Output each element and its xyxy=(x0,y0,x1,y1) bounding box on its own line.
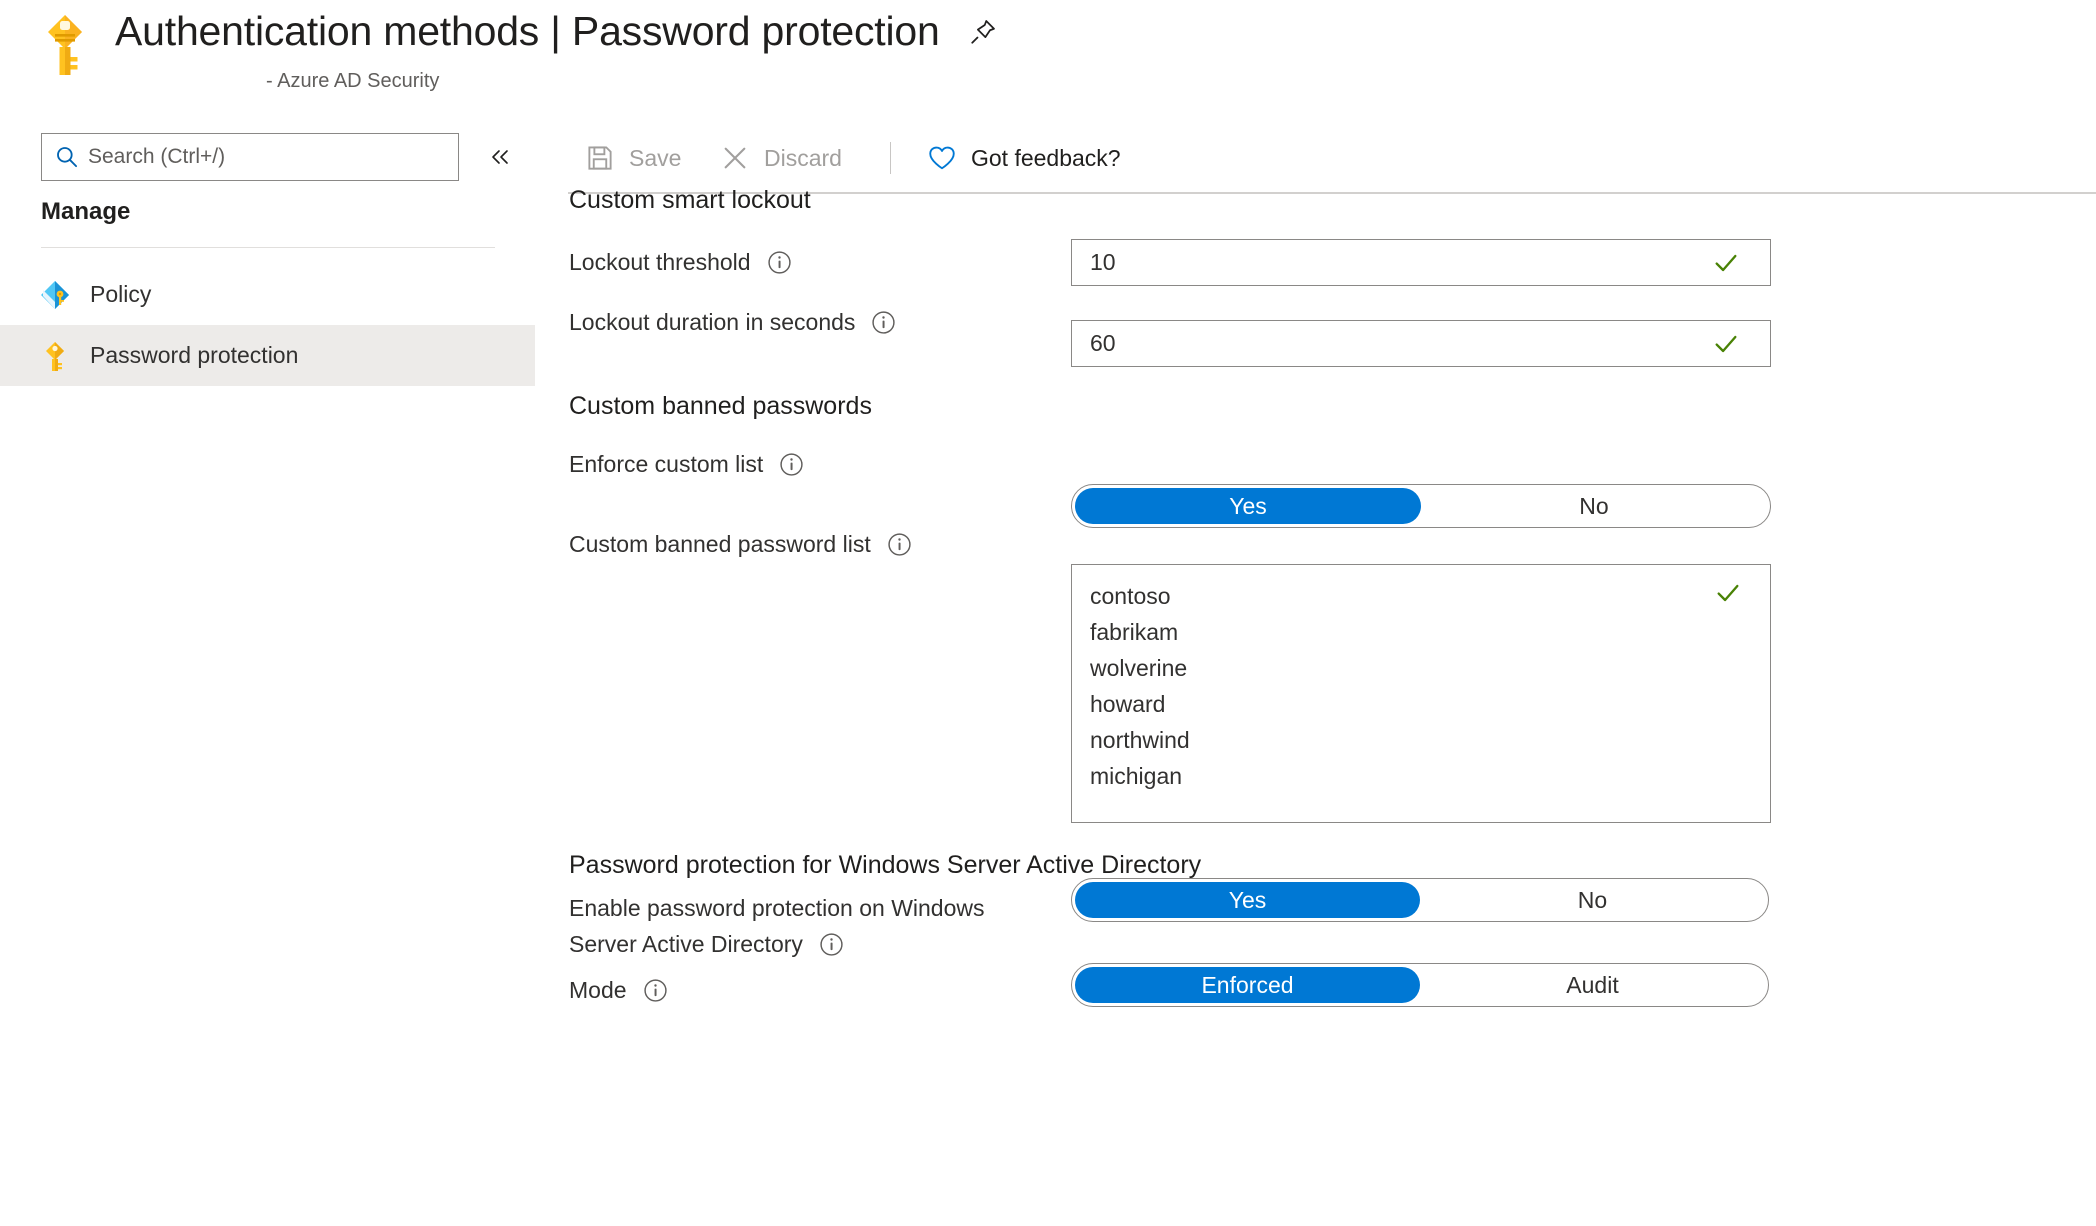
checkmark-icon xyxy=(1715,335,1737,353)
lockout-duration-label: Lockout duration in seconds xyxy=(569,304,896,340)
chevron-double-left-icon xyxy=(492,150,508,164)
heart-icon xyxy=(929,146,955,170)
save-button[interactable]: Save xyxy=(585,137,681,179)
pin-button[interactable] xyxy=(968,17,998,47)
sidebar-item-password-protection[interactable]: Password protection xyxy=(0,325,535,386)
sidebar-item-label: Policy xyxy=(90,281,152,307)
enforce-custom-list-label: Enforce custom list xyxy=(569,446,804,482)
mode-label: Mode xyxy=(569,972,668,1008)
policy-icon xyxy=(41,280,69,309)
sidebar: Manage Policy xyxy=(0,124,568,1226)
lockout-threshold-input[interactable]: 10 xyxy=(1071,239,1771,286)
sidebar-item-policy[interactable]: Policy xyxy=(0,264,535,325)
enforce-custom-list-toggle[interactable]: Yes No xyxy=(1071,484,1771,528)
list-item: northwind xyxy=(1090,727,1190,753)
search-icon xyxy=(57,147,78,168)
sidebar-nav-list: Policy Password protection xyxy=(0,264,535,386)
list-item: michigan xyxy=(1090,763,1183,789)
close-icon xyxy=(724,147,746,169)
sidebar-divider xyxy=(41,247,495,248)
lockout-duration-value: 60 xyxy=(1090,330,1116,356)
lockout-threshold-label: Lockout threshold xyxy=(569,244,792,280)
sidebar-group-label: Manage xyxy=(41,198,131,225)
enable-password-protection-option-no[interactable]: No xyxy=(1420,882,1765,918)
enforce-custom-list-option-no[interactable]: No xyxy=(1421,488,1767,524)
collapse-sidebar-button[interactable] xyxy=(483,142,517,172)
lockout-threshold-label-text: Lockout threshold xyxy=(569,249,751,275)
sidebar-item-label: Password protection xyxy=(90,342,299,368)
custom-banned-password-list-label-text: Custom banned password list xyxy=(569,531,871,557)
info-icon[interactable] xyxy=(767,250,792,275)
main-content: Custom smart lockout Lockout threshold 1… xyxy=(568,186,2096,1226)
enable-password-protection-label: Enable password protection on Windows Se… xyxy=(569,890,1039,962)
page-title: Authentication methods | Password protec… xyxy=(115,8,940,54)
title-row: Authentication methods | Password protec… xyxy=(115,8,998,55)
list-item: wolverine xyxy=(1090,655,1188,681)
list-item: fabrikam xyxy=(1090,619,1179,645)
enable-password-protection-toggle[interactable]: Yes No xyxy=(1071,878,1769,922)
lockout-duration-input[interactable]: 60 xyxy=(1071,320,1771,367)
enable-password-protection-label-line1: Enable password protection on Windows xyxy=(569,895,985,921)
section-heading-custom-banned-passwords: Custom banned passwords xyxy=(569,392,872,420)
section-heading-windows-server-ad: Password protection for Windows Server A… xyxy=(569,851,1202,879)
info-icon[interactable] xyxy=(779,452,804,477)
info-icon[interactable] xyxy=(871,310,896,335)
search-box[interactable] xyxy=(41,133,459,181)
mode-option-enforced[interactable]: Enforced xyxy=(1075,967,1420,1003)
checkmark-icon xyxy=(1717,584,1739,602)
enable-password-protection-label-line2: Server Active Directory xyxy=(569,931,803,957)
custom-banned-password-list-textarea[interactable]: contoso fabrikam wolverine howard northw… xyxy=(1071,564,1771,823)
feedback-label: Got feedback? xyxy=(971,144,1121,171)
command-bar: Save Discard Got feedback? xyxy=(568,124,2096,193)
pin-icon xyxy=(970,19,995,44)
mode-option-audit[interactable]: Audit xyxy=(1420,967,1765,1003)
list-item: contoso xyxy=(1090,583,1171,609)
page-header: Authentication methods | Password protec… xyxy=(0,0,2096,124)
discard-label: Discard xyxy=(764,144,842,171)
enable-password-protection-option-yes[interactable]: Yes xyxy=(1075,882,1420,918)
got-feedback-button[interactable]: Got feedback? xyxy=(927,137,1121,179)
info-icon[interactable] xyxy=(887,532,912,557)
section-heading-custom-smart-lockout: Custom smart lockout xyxy=(569,186,811,214)
enforce-custom-list-label-text: Enforce custom list xyxy=(569,451,764,477)
enforce-custom-list-option-yes[interactable]: Yes xyxy=(1075,488,1421,524)
checkmark-icon xyxy=(1715,254,1737,272)
lockout-duration-label-text: Lockout duration in seconds xyxy=(569,309,856,335)
list-item: howard xyxy=(1090,691,1166,717)
save-icon xyxy=(588,146,612,170)
info-icon[interactable] xyxy=(819,932,844,957)
page-subtitle: - Azure AD Security xyxy=(266,70,440,92)
key-icon xyxy=(46,341,64,371)
save-label: Save xyxy=(629,144,682,171)
mode-label-text: Mode xyxy=(569,977,627,1003)
banned-password-lines: contoso fabrikam wolverine howard northw… xyxy=(1090,578,1190,794)
lockout-threshold-value: 10 xyxy=(1090,249,1116,275)
info-icon[interactable] xyxy=(643,978,668,1003)
search-input[interactable] xyxy=(88,137,428,177)
custom-banned-password-list-label: Custom banned password list xyxy=(569,526,912,562)
discard-button[interactable]: Discard xyxy=(720,137,842,179)
key-icon xyxy=(48,15,82,75)
mode-toggle[interactable]: Enforced Audit xyxy=(1071,963,1769,1007)
command-bar-separator xyxy=(890,142,891,174)
